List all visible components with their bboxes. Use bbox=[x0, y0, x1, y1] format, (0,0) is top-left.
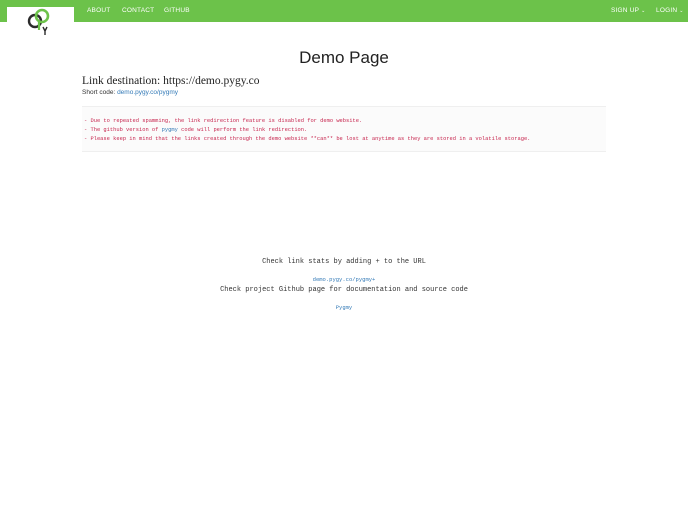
short-code-link[interactable]: demo.pygy.co/pygmy bbox=[117, 89, 178, 96]
warning-line-3: - Please keep in mind that the links cre… bbox=[84, 136, 531, 142]
pygmy-link[interactable]: pygmy bbox=[162, 127, 178, 133]
warning-line-2: - The github version of pygmy code will … bbox=[84, 127, 307, 133]
pygy-logo-icon bbox=[27, 8, 50, 35]
warning-line-2-post: code will perform the link redirection. bbox=[181, 127, 308, 133]
short-code-label: Short code: bbox=[82, 89, 116, 96]
page-title: Demo Page bbox=[299, 48, 389, 67]
nav-login-label: LOGIN bbox=[656, 7, 678, 14]
logo[interactable] bbox=[7, 7, 74, 37]
nav-about[interactable]: ABOUT bbox=[87, 7, 110, 14]
github-link[interactable]: Pygmy bbox=[336, 304, 353, 311]
chevron-down-icon: ⌄ bbox=[641, 8, 646, 14]
warning-line-2-pre: - The github version of bbox=[84, 127, 159, 133]
warning-box: - Due to repeated spamming, the link red… bbox=[82, 106, 606, 152]
nav-contact[interactable]: CONTACT bbox=[122, 7, 154, 14]
link-destination: Link destination: https://demo.pygy.co bbox=[82, 75, 260, 87]
github-text: Check project Github page for documentat… bbox=[220, 286, 468, 294]
short-code-row: Short code: demo.pygy.co/pygmy bbox=[82, 89, 178, 96]
nav-signup[interactable]: SIGN UP ⌄ bbox=[611, 7, 646, 14]
nav-signup-label: SIGN UP bbox=[611, 7, 640, 14]
nav-github[interactable]: GITHUB bbox=[164, 7, 190, 14]
stats-link-row: demo.pygy.co/pygmy+ bbox=[0, 268, 688, 286]
stats-text: Check link stats by adding + to the URL bbox=[262, 258, 426, 266]
nav-login[interactable]: LOGIN ⌄ bbox=[656, 7, 684, 14]
github-link-row: Pygmy bbox=[0, 296, 688, 314]
stats-link[interactable]: demo.pygy.co/pygmy+ bbox=[313, 276, 376, 283]
navbar: ABOUT CONTACT GITHUB SIGN UP ⌄ LOGIN ⌄ bbox=[0, 0, 688, 22]
warning-line-1: - Due to repeated spamming, the link red… bbox=[84, 118, 363, 124]
chevron-down-icon: ⌄ bbox=[679, 8, 684, 14]
